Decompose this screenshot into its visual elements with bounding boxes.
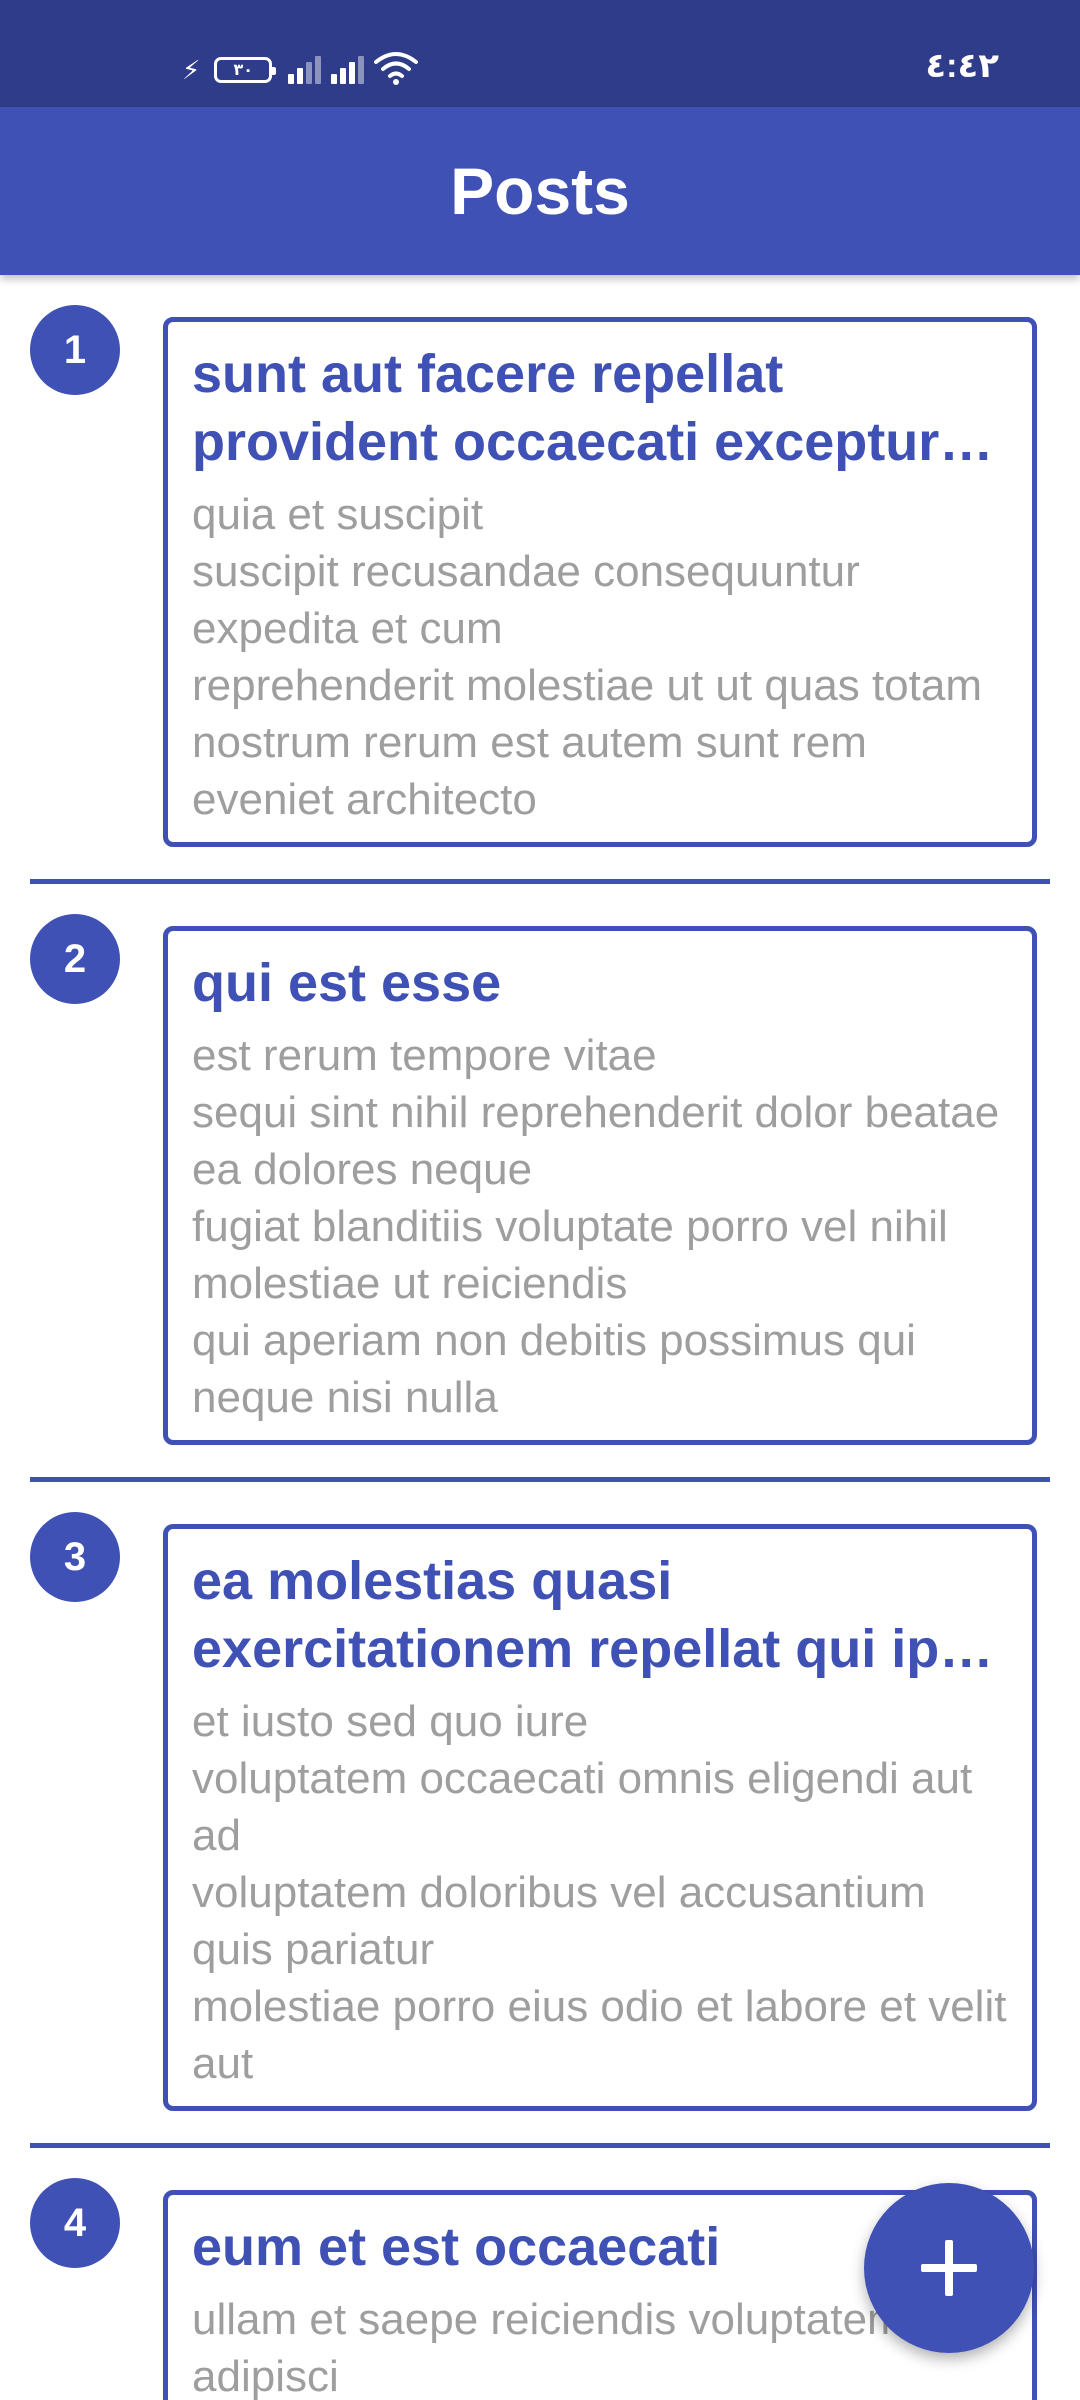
post-number-badge: 2 — [30, 914, 120, 1004]
battery-icon: ٣٠ — [214, 57, 277, 83]
signal-icon — [288, 56, 322, 84]
post-title: qui est esse — [192, 953, 502, 1013]
status-icons: ⚡ ٣٠ — [182, 50, 419, 91]
post-title: ea molestias quasi exercitationem repell… — [192, 1551, 1000, 1679]
signal-icon — [331, 56, 365, 84]
post-number-badge: 1 — [30, 305, 120, 395]
post-number-badge: 3 — [30, 1512, 120, 1602]
app-bar: Posts — [0, 107, 1080, 275]
list-item[interactable]: 2 qui est esse est rerum tempore vitae s… — [30, 884, 1050, 1482]
post-body: et iusto sed quo iure voluptatem occaeca… — [192, 1697, 1007, 2088]
add-post-button[interactable] — [864, 2183, 1034, 2353]
status-time: ٤:٤٢ — [925, 47, 999, 85]
post-card[interactable]: sunt aut facere repellat provident occae… — [163, 317, 1037, 847]
list-item[interactable]: 1 sunt aut facere repellat provident occ… — [30, 275, 1050, 884]
list-item[interactable]: 3 ea molestias quasi exercitationem repe… — [30, 1482, 1050, 2148]
post-title: sunt aut facere repellat provident occae… — [192, 344, 955, 472]
battery-level: ٣٠ — [233, 62, 254, 79]
page-title: Posts — [450, 154, 630, 228]
post-body: quia et suscipit suscipit recusandae con… — [192, 490, 983, 824]
post-card[interactable]: qui est esse est rerum tempore vitae seq… — [163, 926, 1037, 1445]
plus-icon — [919, 2238, 979, 2298]
post-card[interactable]: ea molestias quasi exercitationem repell… — [163, 1524, 1037, 2111]
status-bar: ⚡ ٣٠ ٤:٤٢ — [0, 0, 1080, 107]
post-body: est rerum tempore vitae sequi sint nihil… — [192, 1031, 1000, 1422]
post-list[interactable]: 1 sunt aut facere repellat provident occ… — [0, 275, 1080, 2400]
wifi-icon — [374, 50, 419, 91]
post-number-badge: 4 — [30, 2178, 120, 2268]
charging-icon: ⚡ — [182, 55, 201, 85]
